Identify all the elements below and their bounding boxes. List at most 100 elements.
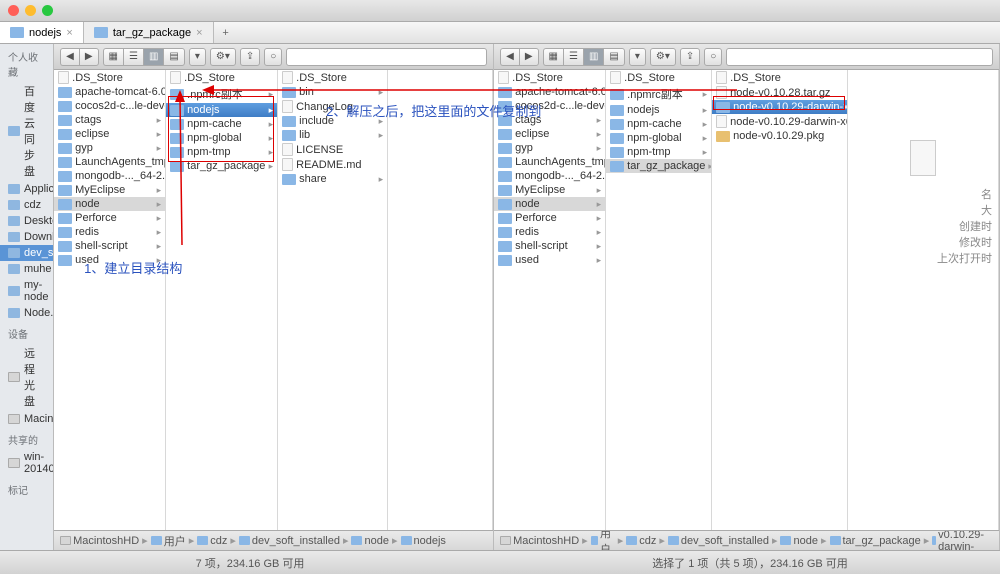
share-button[interactable]: ⇪ [240, 48, 260, 66]
list-item[interactable]: .DS_Store [494, 70, 605, 85]
view-column-button[interactable]: ▥ [583, 48, 603, 66]
view-cover-button[interactable]: ▤ [163, 48, 184, 66]
path-segment[interactable]: node [780, 535, 817, 547]
path-segment[interactable]: node-v0.10.29-darwin-x64.tar.gz [932, 530, 993, 550]
path-segment[interactable]: MacintoshHD [500, 535, 579, 547]
list-item[interactable]: npm-cache▸ [606, 117, 711, 131]
path-segment[interactable]: 用户 [151, 533, 186, 549]
list-item[interactable]: apache-tomcat-6.0.37▸ [54, 85, 165, 99]
list-item[interactable]: .npmrc副本▸ [606, 85, 711, 103]
path-segment[interactable]: cdz [197, 535, 227, 547]
list-item[interactable]: ChangeLog [278, 99, 387, 114]
list-item[interactable]: node▸ [494, 197, 605, 211]
back-button[interactable]: ◀ [500, 48, 519, 66]
list-item[interactable]: cocos2d-c...le-develop▸ [494, 99, 605, 113]
list-item[interactable]: eclipse▸ [54, 127, 165, 141]
zoom-icon[interactable] [42, 5, 53, 16]
sidebar-item[interactable]: Node.js [0, 305, 53, 321]
list-item[interactable]: lib▸ [278, 128, 387, 142]
sidebar-item[interactable]: my-node [0, 277, 53, 305]
sidebar-item[interactable]: win-20140... [0, 449, 53, 477]
list-item[interactable]: apache-tomcat-6.0.37▸ [494, 85, 605, 99]
search-input[interactable] [286, 48, 487, 66]
list-item[interactable]: mongodb-..._64-2.6.1▸ [54, 169, 165, 183]
list-item[interactable]: LaunchAgents_tmp▸ [494, 155, 605, 169]
list-item[interactable]: node▸ [54, 197, 165, 211]
search-input[interactable] [726, 48, 993, 66]
path-segment[interactable]: MacintoshHD [60, 535, 139, 547]
path-segment[interactable]: cdz [626, 535, 656, 547]
view-icon-button[interactable]: ▦ [103, 48, 123, 66]
list-item[interactable]: npm-global▸ [166, 131, 277, 145]
list-item[interactable]: gyp▸ [494, 141, 605, 155]
list-item[interactable]: .DS_Store [166, 70, 277, 85]
list-item[interactable]: Perforce▸ [54, 211, 165, 225]
list-item[interactable]: ctags▸ [54, 113, 165, 127]
list-item[interactable]: mongodb-..._64-2.6.1▸ [494, 169, 605, 183]
tab-targz[interactable]: tar_gz_package × [84, 22, 214, 43]
tags-button[interactable]: ○ [264, 48, 282, 66]
list-item[interactable]: node-v0.10.29.pkg [712, 129, 847, 143]
list-item[interactable]: .npmrc副本▸ [166, 85, 277, 103]
list-item[interactable]: LICENSE [278, 142, 387, 157]
arrange-button[interactable]: ▾ [629, 48, 646, 66]
path-segment[interactable]: dev_soft_installed [239, 535, 340, 547]
list-item[interactable]: nodejs▸ [166, 103, 277, 117]
list-item[interactable]: tar_gz_package▸ [166, 159, 277, 173]
sidebar-item[interactable]: muhe [0, 261, 53, 277]
sidebar-item[interactable]: Applications [0, 181, 53, 197]
share-button[interactable]: ⇪ [680, 48, 700, 66]
list-item[interactable]: node-v0.10.29-darwin-x64.tar.gz [712, 114, 847, 129]
path-segment[interactable]: node [351, 535, 388, 547]
sidebar-item[interactable]: cdz [0, 197, 53, 213]
list-item[interactable]: ctags▸ [494, 113, 605, 127]
list-item[interactable]: .DS_Store [278, 70, 387, 85]
tags-button[interactable]: ○ [704, 48, 722, 66]
sidebar-item-selected[interactable]: dev_soft_in... [0, 245, 53, 261]
list-item[interactable]: redis▸ [54, 225, 165, 239]
list-item[interactable]: .DS_Store [606, 70, 711, 85]
path-segment[interactable]: nodejs [401, 535, 446, 547]
list-item[interactable]: eclipse▸ [494, 127, 605, 141]
forward-button[interactable]: ▶ [79, 48, 99, 66]
list-item[interactable]: node-v0.10.29-darwin-x64▸ [712, 100, 847, 114]
list-item[interactable]: README.md [278, 157, 387, 172]
view-cover-button[interactable]: ▤ [603, 48, 624, 66]
list-item[interactable]: shell-script▸ [494, 239, 605, 253]
list-item[interactable]: gyp▸ [54, 141, 165, 155]
list-item[interactable]: cocos2d-c...le-develop▸ [54, 99, 165, 113]
list-item[interactable]: MyEclipse▸ [494, 183, 605, 197]
sidebar-item[interactable]: 远程光盘 [0, 343, 53, 411]
list-item[interactable]: tar_gz_package▸ [606, 159, 711, 173]
add-tab-button[interactable]: + [214, 22, 238, 43]
sidebar-item[interactable]: Downloads [0, 229, 53, 245]
path-segment[interactable]: dev_soft_installed [668, 535, 769, 547]
list-item[interactable]: .DS_Store [712, 70, 847, 85]
view-column-button[interactable]: ▥ [143, 48, 163, 66]
list-item[interactable]: shell-script▸ [54, 239, 165, 253]
view-list-button[interactable]: ☰ [563, 48, 583, 66]
close-icon[interactable] [8, 5, 19, 16]
list-item[interactable]: used▸ [54, 253, 165, 267]
list-item[interactable]: npm-tmp▸ [166, 145, 277, 159]
list-item[interactable]: npm-tmp▸ [606, 145, 711, 159]
list-item[interactable]: nodejs▸ [606, 103, 711, 117]
tab-nodejs[interactable]: nodejs × [0, 22, 84, 43]
list-item[interactable]: .DS_Store [54, 70, 165, 85]
list-item[interactable]: node-v0.10.28.tar.gz [712, 85, 847, 100]
list-item[interactable]: Perforce▸ [494, 211, 605, 225]
list-item[interactable]: share▸ [278, 172, 387, 186]
sidebar-item[interactable]: 百度云同步盘 [0, 81, 53, 181]
list-item[interactable]: redis▸ [494, 225, 605, 239]
list-item[interactable]: bin▸ [278, 85, 387, 99]
list-item[interactable]: MyEclipse▸ [54, 183, 165, 197]
action-button[interactable]: ⚙▾ [210, 48, 236, 66]
arrange-button[interactable]: ▾ [189, 48, 206, 66]
list-item[interactable]: LaunchAgents_tmp▸ [54, 155, 165, 169]
back-button[interactable]: ◀ [60, 48, 79, 66]
path-segment[interactable]: tar_gz_package [830, 535, 921, 547]
forward-button[interactable]: ▶ [519, 48, 539, 66]
close-icon[interactable]: × [196, 27, 202, 39]
list-item[interactable]: npm-cache▸ [166, 117, 277, 131]
sidebar-item[interactable]: Desktop [0, 213, 53, 229]
